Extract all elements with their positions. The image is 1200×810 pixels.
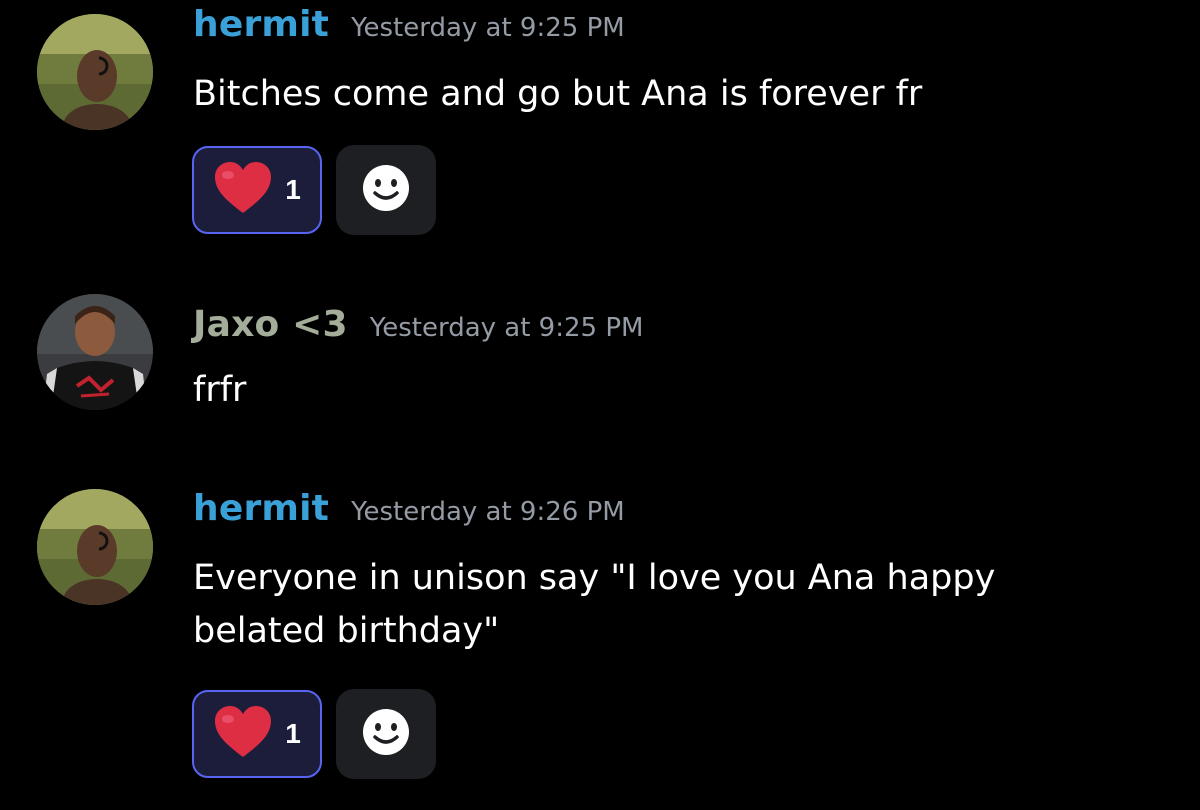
message-text: Everyone in unison say "I love you Ana h… bbox=[193, 552, 995, 658]
timestamp: Yesterday at 9:25 PM bbox=[351, 13, 625, 43]
reaction-heart[interactable]: 1 bbox=[192, 690, 322, 778]
avatar-jaxo[interactable] bbox=[37, 294, 153, 410]
username[interactable]: Jaxo <3 bbox=[193, 304, 348, 345]
message-line: Bitches come and go but Ana is forever f… bbox=[193, 74, 923, 114]
avatar-hermit[interactable] bbox=[37, 489, 153, 605]
smiley-icon bbox=[362, 164, 410, 216]
message-text: frfr bbox=[193, 364, 246, 417]
message-line: belated birthday" bbox=[193, 611, 500, 651]
avatar-image bbox=[37, 14, 153, 130]
reaction-heart[interactable]: 1 bbox=[192, 146, 322, 234]
message-line: frfr bbox=[193, 370, 247, 410]
heart-icon bbox=[213, 705, 273, 763]
reaction-count: 1 bbox=[285, 174, 301, 205]
avatar-image bbox=[37, 489, 153, 605]
message-text: Bitches come and go but Ana is forever f… bbox=[193, 68, 922, 121]
avatar-hermit[interactable] bbox=[37, 14, 153, 130]
username[interactable]: hermit bbox=[193, 4, 329, 45]
smiley-icon bbox=[362, 708, 410, 760]
heart-icon bbox=[213, 161, 273, 219]
message-header: hermit Yesterday at 9:26 PM bbox=[193, 488, 625, 529]
add-reaction-button[interactable] bbox=[336, 689, 436, 779]
username[interactable]: hermit bbox=[193, 488, 329, 529]
add-reaction-button[interactable] bbox=[336, 145, 436, 235]
message-header: Jaxo <3 Yesterday at 9:25 PM bbox=[193, 304, 643, 345]
avatar-image bbox=[37, 294, 153, 410]
message-header: hermit Yesterday at 9:25 PM bbox=[193, 4, 625, 45]
message-line: Everyone in unison say "I love you Ana h… bbox=[193, 558, 996, 598]
reaction-count: 1 bbox=[285, 718, 301, 749]
timestamp: Yesterday at 9:26 PM bbox=[351, 497, 625, 527]
timestamp: Yesterday at 9:25 PM bbox=[369, 313, 644, 343]
